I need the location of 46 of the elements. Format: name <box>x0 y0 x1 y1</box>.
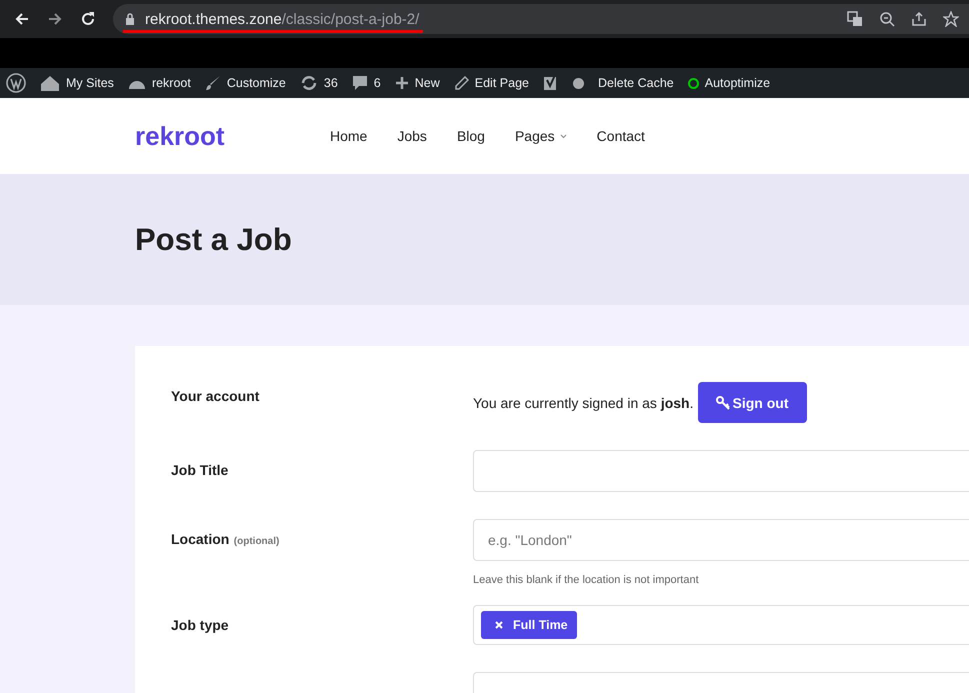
admin-bar-link[interactable]: Customize <box>226 76 286 90</box>
nav-link[interactable]: Jobs <box>397 128 427 144</box>
field-label: Your account <box>171 388 260 404</box>
refresh-icon <box>300 75 318 91</box>
input-field[interactable]: e.g. "London" <box>473 519 969 561</box>
field-label: Job Title <box>171 462 228 478</box>
field-label: Location <box>171 531 230 547</box>
close-icon[interactable] <box>495 621 503 629</box>
nav-link[interactable]: Contact <box>596 128 645 144</box>
admin-bar-link[interactable]: Autoptimize <box>704 76 770 90</box>
nav-link[interactable]: Home <box>330 128 368 144</box>
optional-note: (optional) <box>234 536 280 547</box>
signed-in-text: You are currently signed in as josh. <box>473 394 694 410</box>
admin-bar-link[interactable]: 6 <box>374 76 381 90</box>
forward-icon[interactable] <box>47 11 63 27</box>
field-hint: Leave this blank if the location is not important <box>473 574 700 586</box>
admin-bar-link[interactable]: New <box>414 76 440 90</box>
speech-bubble-icon <box>352 75 368 91</box>
admin-bar-link[interactable]: Delete Cache <box>598 76 674 90</box>
zoom-icon[interactable] <box>879 11 895 27</box>
field-label: Job type <box>171 617 229 633</box>
site-logo[interactable]: rekroot <box>135 120 330 152</box>
admin-bar-link[interactable]: 36 <box>324 76 338 90</box>
tag-chip[interactable]: Full Time <box>481 611 577 639</box>
admin-bar-link[interactable]: rekroot <box>152 76 191 90</box>
lock-icon <box>125 13 135 25</box>
sign-out-button[interactable]: Sign out <box>698 382 806 423</box>
address-bar[interactable]: rekroot.themes.zone/classic/post-a-job-2/ <box>113 4 969 34</box>
admin-bar-link[interactable]: Edit Page <box>474 76 529 90</box>
translate-icon[interactable] <box>847 11 863 27</box>
select-field[interactable]: Full Time <box>473 605 969 645</box>
pencil-icon <box>454 76 469 90</box>
url-text: rekroot.themes.zone/classic/post-a-job-2/ <box>145 10 420 28</box>
wordpress-logo-icon[interactable] <box>6 73 26 93</box>
share-icon[interactable] <box>911 11 927 27</box>
reload-icon[interactable] <box>80 11 96 27</box>
star-icon[interactable] <box>943 11 959 27</box>
input-field[interactable] <box>473 450 969 492</box>
nav-link[interactable]: Pages <box>514 128 567 144</box>
page-title: Post a Job <box>135 222 292 258</box>
admin-bar-link[interactable]: My Sites <box>66 76 114 90</box>
brush-icon <box>204 75 221 91</box>
key-icon <box>716 396 730 410</box>
plus-icon <box>394 76 409 90</box>
nav-link[interactable]: Blog <box>456 128 485 144</box>
back-icon[interactable] <box>14 11 30 27</box>
